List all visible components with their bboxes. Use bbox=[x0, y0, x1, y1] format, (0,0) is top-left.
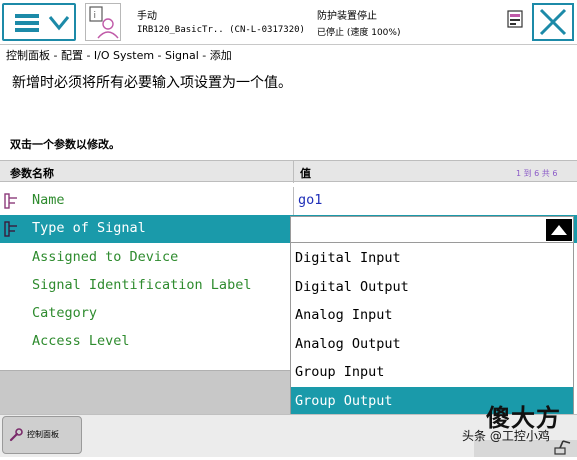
page-count: 1 到 6 共 6 bbox=[516, 169, 558, 178]
robot-info: IRB120_BasicTr.. (CN-L-0317320) bbox=[137, 25, 305, 35]
instruction-text: 新增时必须将所有必要输入项设置为一个值。 bbox=[12, 75, 292, 91]
main-menu-button[interactable] bbox=[2, 3, 76, 41]
dropdown-option[interactable]: Digital Input bbox=[291, 244, 573, 272]
column-divider bbox=[293, 161, 294, 183]
breadcrumb: 控制面板 - 配置 - I/O System - Signal - 添加 bbox=[6, 49, 232, 62]
table-header: 参数名称 值 1 到 6 共 6 bbox=[0, 160, 577, 183]
chevron-up-icon bbox=[551, 225, 567, 235]
param-label: Type of Signal bbox=[32, 220, 146, 236]
robot-status-icon[interactable] bbox=[553, 436, 573, 456]
column-header-param: 参数名称 bbox=[10, 167, 54, 180]
param-label: Assigned to Device bbox=[32, 249, 179, 265]
dropdown-option[interactable]: Analog Input bbox=[291, 301, 573, 329]
program-icon bbox=[507, 10, 523, 28]
dropdown-option[interactable]: Digital Output bbox=[291, 273, 573, 301]
parameter-icon bbox=[4, 193, 17, 209]
param-label: Name bbox=[32, 192, 65, 208]
signal-type-dropdown[interactable]: Digital Input Digital Output Analog Inpu… bbox=[290, 216, 574, 416]
control-panel-taskbar-button[interactable]: 控制面板 bbox=[2, 416, 82, 454]
button-bar bbox=[0, 370, 290, 414]
top-bar: i 手动 IRB120_BasicTr.. (CN-L-0317320) 防护装… bbox=[0, 0, 577, 45]
hint-text: 双击一个参数以修改。 bbox=[10, 138, 120, 151]
param-value: go1 bbox=[298, 192, 323, 208]
watermark-text: 头条 @工控小鸡 bbox=[462, 429, 550, 443]
dropdown-option[interactable]: Analog Output bbox=[291, 330, 573, 358]
param-label: Access Level bbox=[32, 333, 130, 349]
dropdown-option[interactable]: Group Input bbox=[291, 358, 573, 386]
wrench-icon bbox=[9, 428, 23, 442]
parameter-icon bbox=[4, 221, 17, 237]
table-row[interactable]: Name go1 bbox=[0, 187, 577, 215]
close-button[interactable] bbox=[532, 3, 574, 41]
column-divider bbox=[293, 187, 294, 215]
menu-icon-bar bbox=[15, 28, 39, 32]
run-state: 已停止 (速度 100%) bbox=[317, 28, 401, 38]
status-mode: 手动 bbox=[137, 11, 157, 22]
column-header-value: 值 bbox=[300, 167, 311, 180]
robot-icon bbox=[554, 440, 571, 455]
task-status-icon[interactable] bbox=[500, 6, 528, 36]
close-icon bbox=[539, 8, 567, 36]
param-label: Signal Identification Label bbox=[32, 277, 252, 293]
dropdown-toggle-button[interactable] bbox=[546, 219, 572, 241]
chevron-down-icon bbox=[48, 16, 70, 31]
menu-icon-bar bbox=[15, 21, 39, 25]
control-panel-label: 控制面板 bbox=[27, 430, 59, 439]
operator-window-icon[interactable]: i bbox=[85, 3, 121, 41]
menu-icon bbox=[15, 14, 39, 18]
guard-status: 防护装置停止 bbox=[317, 11, 377, 22]
dropdown-field[interactable] bbox=[291, 217, 573, 243]
robot-user-icon: i bbox=[89, 6, 119, 39]
param-label: Category bbox=[32, 305, 98, 321]
svg-text:i: i bbox=[94, 11, 97, 21]
